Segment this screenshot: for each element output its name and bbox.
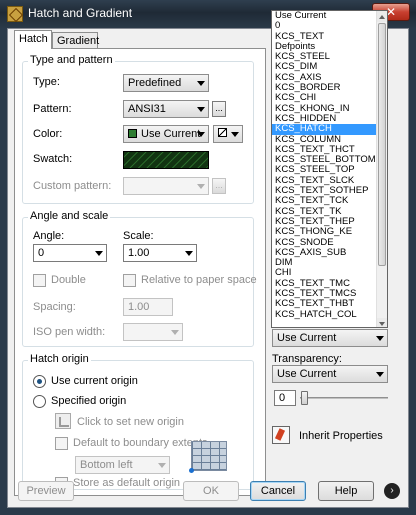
scale-select[interactable]: 1.00 xyxy=(123,244,197,262)
hatch-origin-group: Hatch origin Use current origin Specifie… xyxy=(22,353,254,490)
transparency-number-input[interactable]: 0 xyxy=(274,390,296,406)
tab-hatch[interactable]: Hatch xyxy=(14,30,52,49)
layer-dropdown-list[interactable]: Use Current 0 KCS_TEXT Defpoints KCS_STEEL KC… xyxy=(271,10,388,328)
color-select[interactable]: Use Current xyxy=(123,125,209,143)
hatch-tab-panel: Type and pattern Type: Predefined Patter… xyxy=(14,48,266,496)
double-label: Double xyxy=(51,274,86,286)
layer-dropdown-items: Use Current 0 KCS_TEXT Defpoints KCS_STEEL KC… xyxy=(272,11,387,320)
use-current-origin-label: Use current origin xyxy=(51,375,138,387)
boundary-position-value: Bottom left xyxy=(80,459,133,471)
chevron-down-icon xyxy=(197,81,205,86)
no-fill-icon xyxy=(218,128,227,137)
help-button[interactable]: Help xyxy=(318,481,374,501)
type-value: Predefined xyxy=(128,77,182,89)
type-label: Type: xyxy=(33,76,60,88)
relative-paper-space-label: Relative to paper space xyxy=(141,274,257,286)
angle-select[interactable]: 0 xyxy=(33,244,107,262)
spacing-label: Spacing: xyxy=(33,301,76,313)
origin-preview-image xyxy=(189,441,227,473)
scroll-up-icon[interactable] xyxy=(377,11,387,22)
chevron-down-icon xyxy=(376,336,384,341)
spacing-input[interactable]: 1.00 xyxy=(123,298,173,316)
angle-value: 0 xyxy=(38,247,45,259)
scale-label: Scale: xyxy=(123,230,154,242)
chevron-down-icon xyxy=(197,184,205,189)
ok-button[interactable]: OK xyxy=(183,481,239,501)
specified-origin-label: Specified origin xyxy=(51,395,127,407)
type-pattern-group: Type and pattern Type: Predefined Patter… xyxy=(22,54,254,204)
pattern-select[interactable]: ANSI31 xyxy=(123,100,209,118)
use-current-origin-radio[interactable] xyxy=(33,375,46,388)
set-origin-icon[interactable] xyxy=(55,413,71,429)
iso-pen-width-label: ISO pen width: xyxy=(33,326,106,338)
default-boundary-extents-label: Default to boundary extents xyxy=(73,437,208,449)
scale-value: 1.00 xyxy=(128,247,150,259)
transparency-label: Transparency: xyxy=(272,353,342,365)
transparency-select[interactable]: Use Current xyxy=(272,365,388,383)
scroll-down-icon[interactable] xyxy=(377,318,387,327)
inherit-properties-label[interactable]: Inherit Properties xyxy=(299,430,383,442)
angle-label: Angle: xyxy=(33,230,65,242)
transparency-slider-thumb[interactable] xyxy=(301,391,308,405)
custom-pattern-label: Custom pattern: xyxy=(33,180,112,192)
group-title: Angle and scale xyxy=(28,210,111,222)
double-checkbox[interactable] xyxy=(33,274,46,287)
chevron-down-icon xyxy=(197,107,205,112)
boundary-position-select[interactable]: Bottom left xyxy=(75,456,170,474)
relative-paper-space-checkbox[interactable] xyxy=(123,274,136,287)
app-icon xyxy=(7,6,23,22)
layer-list-item[interactable]: KCS_HATCH_COL xyxy=(272,309,387,320)
click-set-origin-label: Click to set new origin xyxy=(77,416,184,428)
chevron-down-icon xyxy=(171,330,179,335)
chevron-down-icon xyxy=(376,372,384,377)
chevron-down-icon xyxy=(231,132,239,137)
specified-origin-radio[interactable] xyxy=(33,395,46,408)
layer-value: Use Current xyxy=(277,332,337,344)
layer-select[interactable]: Use Current xyxy=(272,329,388,347)
cancel-button[interactable]: Cancel xyxy=(250,481,306,501)
more-options-button[interactable]: › xyxy=(384,483,400,499)
pattern-swatch[interactable] xyxy=(123,151,209,169)
group-title: Type and pattern xyxy=(28,54,115,66)
background-color-select[interactable] xyxy=(213,125,243,143)
color-label: Color: xyxy=(33,128,63,140)
transparency-value: Use Current xyxy=(277,368,337,380)
layer-list-item[interactable]: KCS_THONG_KE xyxy=(272,226,387,237)
store-default-origin-label: Store as default origin xyxy=(73,477,181,489)
default-boundary-extents-checkbox[interactable] xyxy=(55,437,68,450)
preview-button[interactable]: Preview xyxy=(18,481,74,501)
pattern-label: Pattern: xyxy=(33,103,72,115)
group-title: Hatch origin xyxy=(28,353,91,365)
scrollbar-thumb[interactable] xyxy=(378,23,386,266)
custom-pattern-select[interactable] xyxy=(123,177,209,195)
type-select[interactable]: Predefined xyxy=(123,74,209,92)
color-chip xyxy=(128,129,137,138)
angle-scale-group: Angle and scale Angle: 0 Scale: 1.00 Dou… xyxy=(22,210,257,347)
iso-pen-width-select[interactable] xyxy=(123,323,183,341)
chevron-down-icon xyxy=(185,251,193,256)
color-value: Use Current xyxy=(141,128,201,140)
custom-pattern-browse-button[interactable]: ... xyxy=(212,178,226,194)
chevron-down-icon xyxy=(95,251,103,256)
window-title: Hatch and Gradient xyxy=(28,6,133,20)
swatch-label: Swatch: xyxy=(33,153,73,165)
chevron-down-icon xyxy=(158,463,166,468)
pattern-value: ANSI31 xyxy=(128,103,166,115)
tab-gradient[interactable]: Gradient xyxy=(52,32,99,49)
transparency-slider-track[interactable] xyxy=(300,397,388,399)
inherit-properties-icon[interactable] xyxy=(272,426,290,444)
origin-point-icon xyxy=(189,468,194,473)
layer-list-item[interactable]: Use Current xyxy=(272,11,387,21)
pattern-browse-button[interactable]: ... xyxy=(212,101,226,117)
dropdown-scrollbar[interactable] xyxy=(376,11,387,327)
chevron-down-icon xyxy=(197,132,205,137)
